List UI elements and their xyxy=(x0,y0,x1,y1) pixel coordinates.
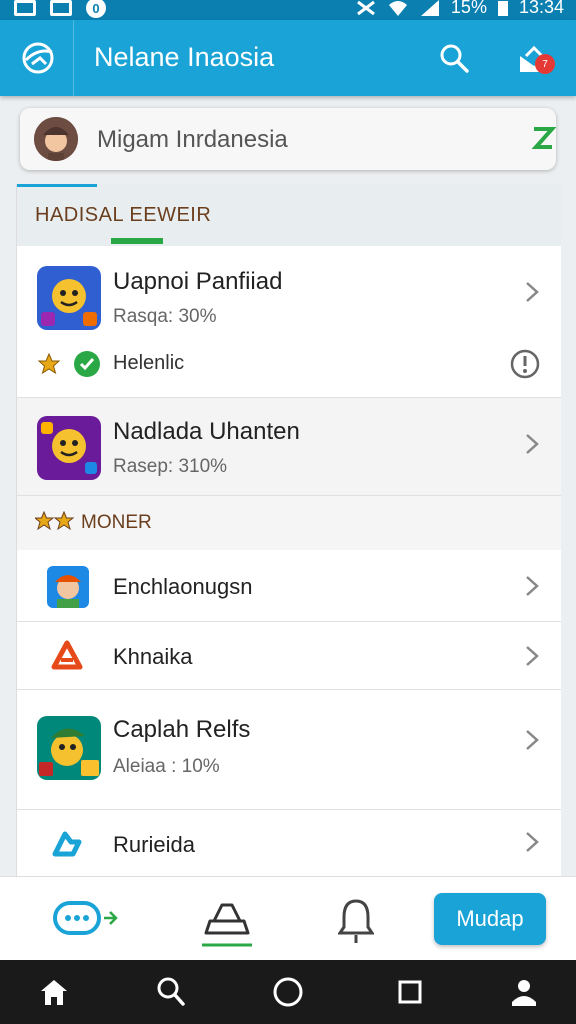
game-icon xyxy=(37,266,101,330)
home-circle-icon[interactable] xyxy=(272,976,304,1008)
notification-badge: 7 xyxy=(535,54,555,74)
section-header: HADISAL EEWEIR xyxy=(17,184,561,246)
games-list-panel: HADISAL EEWEIR Uapnoi Panfiiad Rasqa: 30… xyxy=(16,184,561,876)
wifi-icon xyxy=(388,0,407,16)
list-item[interactable]: Nadlada Uhanten Rasep: 310% xyxy=(17,398,561,496)
item-subtitle: Rasqa: 30% xyxy=(113,306,217,327)
page-title: Nelane Inaosia xyxy=(94,42,275,72)
profile-name: Migam Inrdanesia xyxy=(97,126,288,153)
gallery-notification-icon xyxy=(50,0,72,16)
item-subtitle: Rasep: 310% xyxy=(113,456,228,477)
list-item[interactable]: Uapnoi Panfiiad Rasqa: 30% Helenlic xyxy=(17,246,561,398)
bell-icon[interactable] xyxy=(338,897,374,947)
list-item[interactable]: Khnaika xyxy=(17,622,561,690)
search-icon[interactable] xyxy=(438,42,470,74)
section-top-indicator xyxy=(17,184,97,187)
mute-icon xyxy=(357,0,375,15)
chevron-right-icon xyxy=(526,282,539,302)
system-nav-bar xyxy=(0,960,576,1024)
subsection-header: MONER xyxy=(17,496,561,550)
star-icon xyxy=(37,352,61,375)
app-bar: Nelane Inaosia 7 xyxy=(0,20,576,96)
profile-nav-icon[interactable] xyxy=(508,976,540,1008)
item-title: Khnaika xyxy=(113,644,193,669)
mudap-button[interactable]: Mudap xyxy=(434,893,546,945)
signal-icon xyxy=(420,0,439,16)
appbar-divider xyxy=(73,20,74,96)
verified-badge-icon xyxy=(531,127,556,149)
chevron-right-icon xyxy=(526,576,539,596)
recents-icon[interactable] xyxy=(396,976,424,1008)
battery-icon xyxy=(497,0,508,16)
item-subtitle: Aleiaa : 10% xyxy=(113,756,220,777)
check-circle-icon xyxy=(74,351,100,377)
app-notification-icon: 0 xyxy=(86,0,106,18)
rurieida-app-icon xyxy=(52,831,82,857)
search-nav-icon[interactable] xyxy=(156,976,186,1008)
chat-icon[interactable] xyxy=(52,899,122,939)
section-tab-indicator xyxy=(111,238,163,244)
avatar xyxy=(34,117,78,161)
bottom-action-bar: Mudap xyxy=(0,876,576,960)
chevron-right-icon xyxy=(526,730,539,750)
item-title: Enchlaonugsn xyxy=(113,574,253,599)
item-title: Uapnoi Panfiiad xyxy=(113,268,283,295)
image-notification-icon xyxy=(14,0,36,16)
list-item[interactable]: Enchlaonugsn xyxy=(17,550,561,622)
list-item[interactable]: Caplah Relfs Aleiaa : 10% xyxy=(17,690,561,810)
stamp-icon[interactable] xyxy=(200,899,254,947)
chevron-right-icon xyxy=(526,646,539,666)
game-icon xyxy=(37,716,101,780)
battery-level: 15% xyxy=(450,0,487,17)
home-icon[interactable] xyxy=(38,976,70,1008)
game-icon xyxy=(37,416,101,480)
app-logo-icon[interactable] xyxy=(18,38,58,78)
subsection-title: MONER xyxy=(81,512,152,533)
item-title: Caplah Relfs xyxy=(113,716,251,743)
item-status-label: Helenlic xyxy=(113,352,185,374)
status-bar: 0 15% 13:34 xyxy=(0,0,576,20)
game-icon xyxy=(47,566,89,608)
item-title: Nadlada Uhanten xyxy=(113,418,300,445)
chevron-right-icon xyxy=(526,434,539,454)
khnaika-app-icon xyxy=(51,640,83,670)
item-title: Rurieida xyxy=(113,832,195,857)
info-alert-icon[interactable] xyxy=(509,348,541,380)
section-title: HADISAL EEWEIR xyxy=(35,204,212,226)
chevron-right-icon xyxy=(526,832,539,852)
list-item[interactable]: Rurieida xyxy=(17,810,561,876)
profile-card[interactable]: Migam Inrdanesia xyxy=(20,108,556,170)
clock: 13:34 xyxy=(518,0,564,17)
stars-icon xyxy=(35,511,75,531)
